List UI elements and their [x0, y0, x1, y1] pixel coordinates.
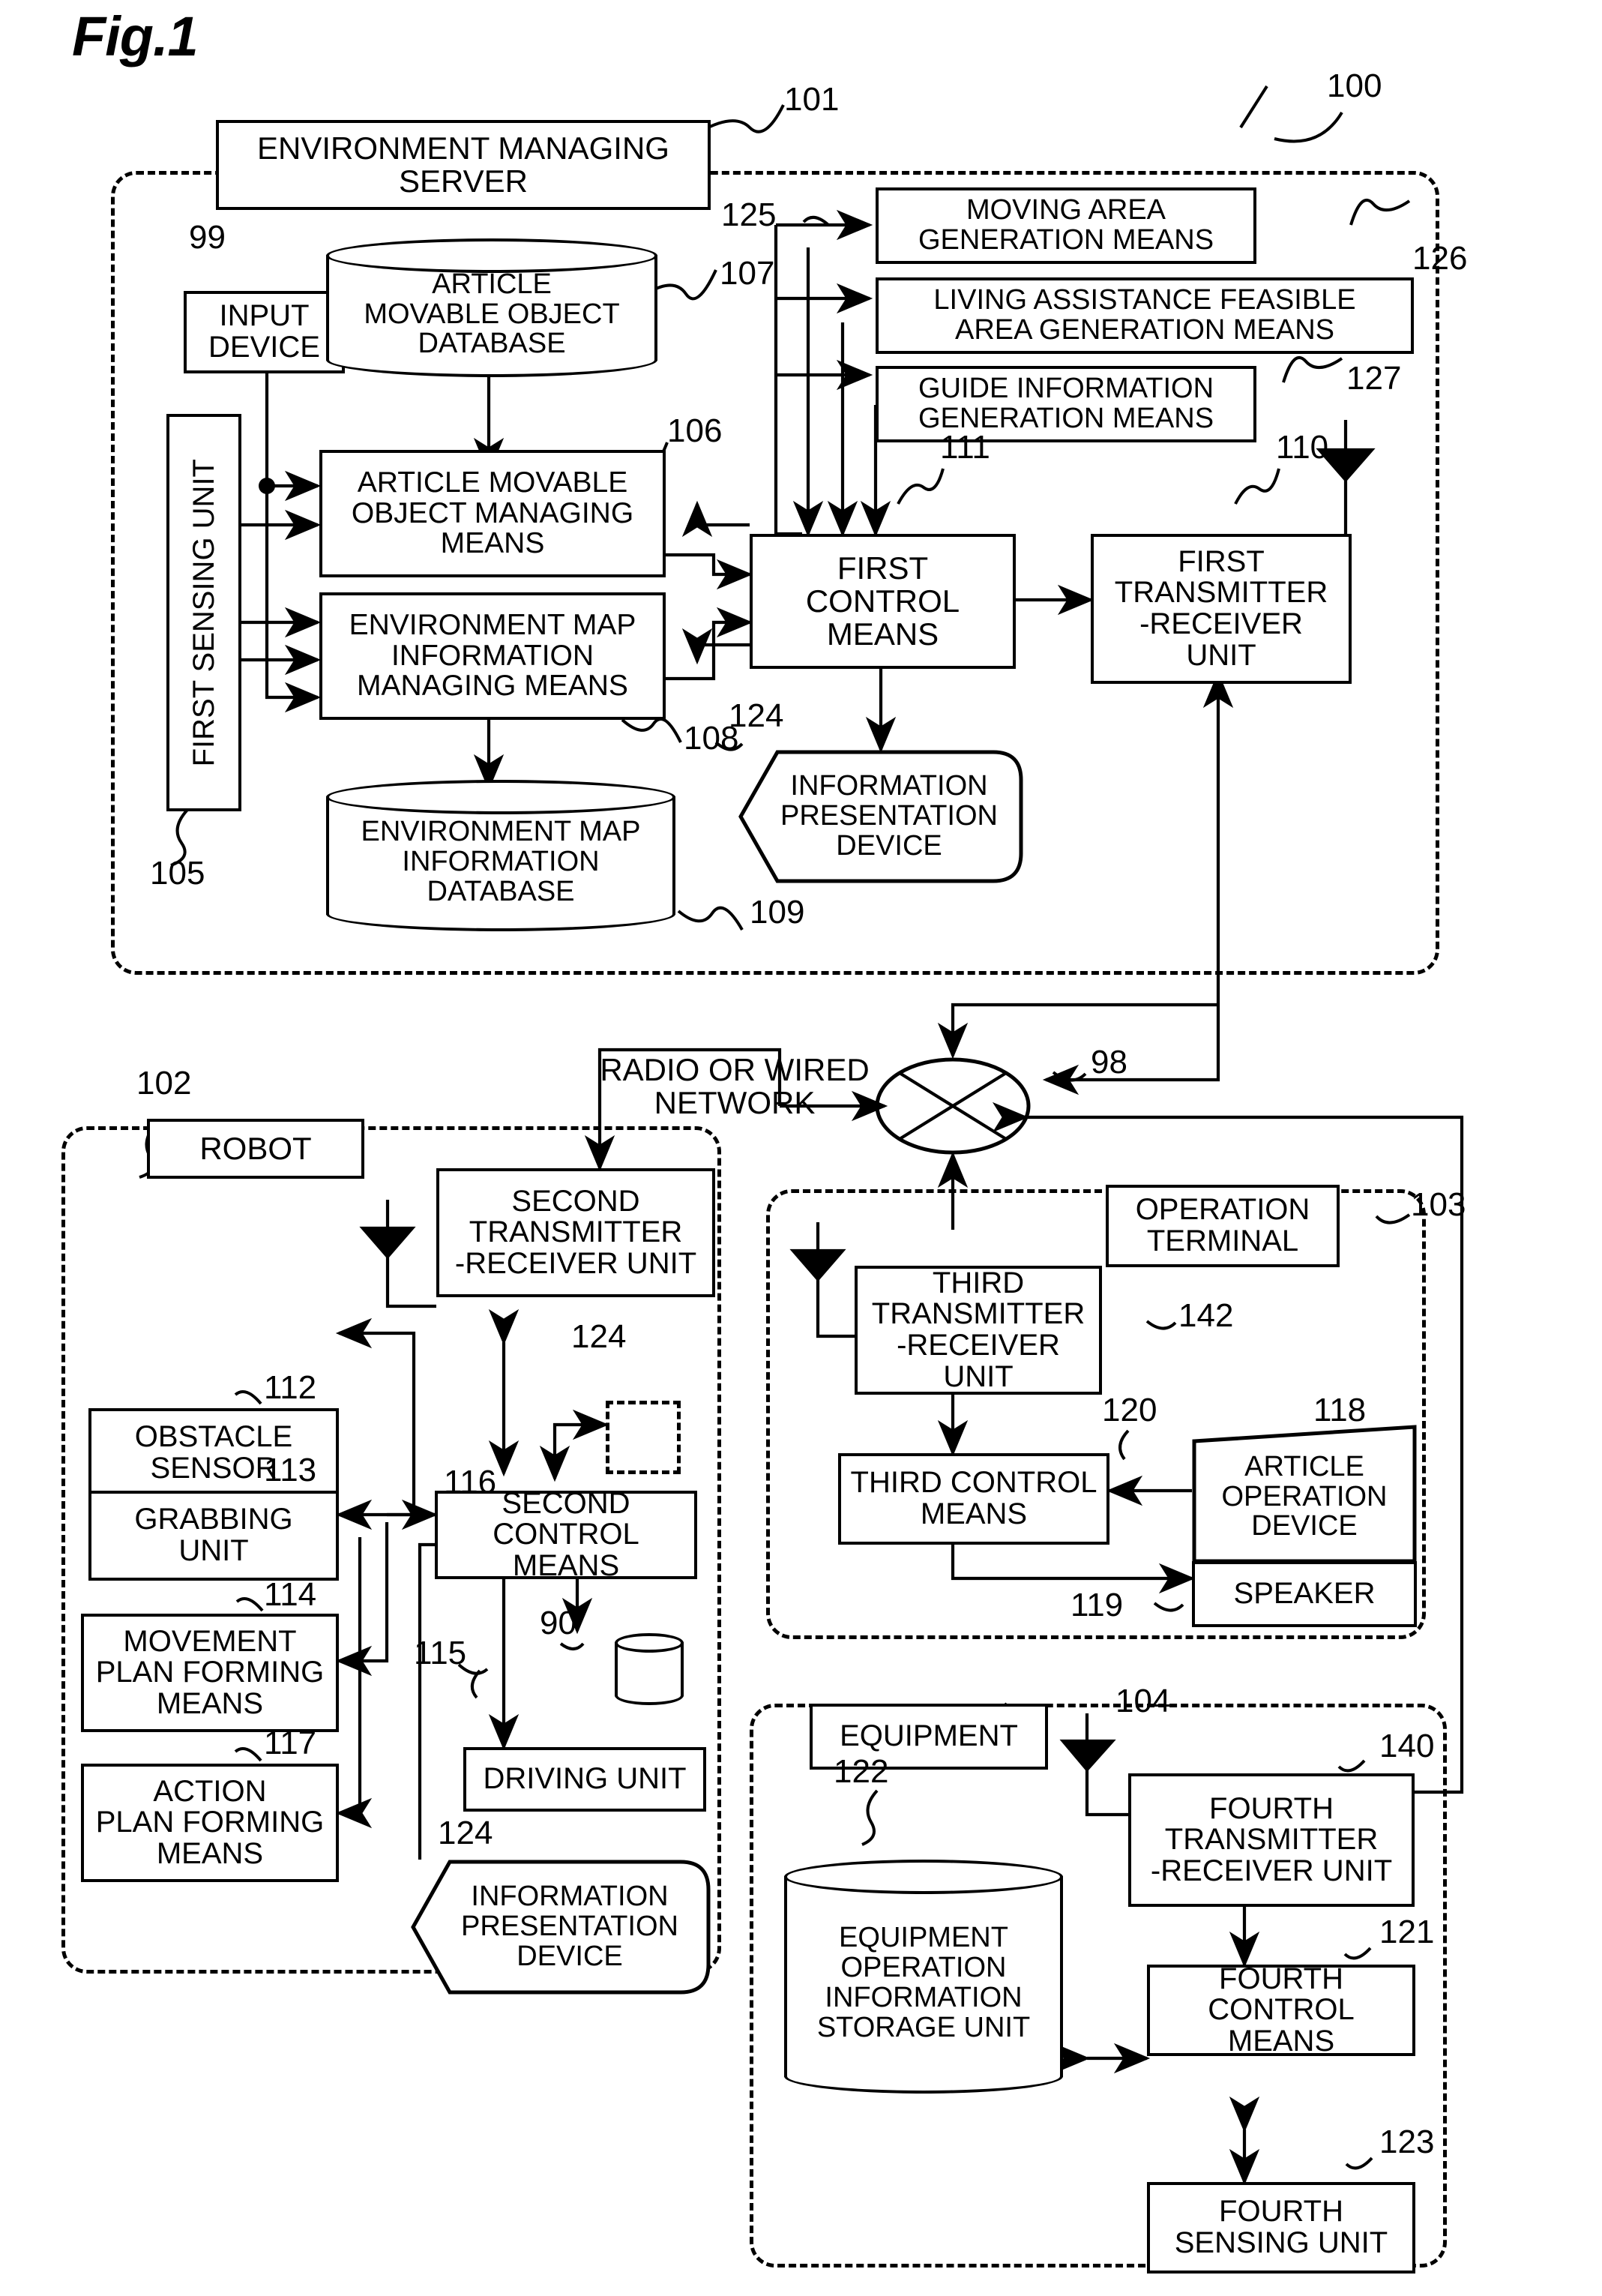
ref-101: 101: [784, 81, 840, 118]
ref-110: 110: [1276, 429, 1329, 466]
robot-small-database: [615, 1633, 684, 1705]
dashed-placeholder-box: [606, 1401, 681, 1474]
ref-112: 112: [264, 1369, 317, 1406]
living-assistance-feasible-area-generation-means: LIVING ASSISTANCE FEASIBLE AREA GENERATI…: [876, 277, 1414, 354]
ref-90: 90: [540, 1605, 576, 1641]
information-presentation-device-robot: INFORMATION PRESENTATION DEVICE: [411, 1860, 711, 1995]
ref-126: 126: [1412, 240, 1468, 277]
action-plan-forming-means: ACTION PLAN FORMING MEANS: [81, 1764, 339, 1882]
figure-label: Fig.1: [72, 5, 199, 67]
environment-managing-server-title: ENVIRONMENT MANAGING SERVER: [216, 120, 711, 210]
ref-111: 111: [940, 429, 990, 466]
ref-115: 115: [414, 1635, 467, 1671]
ref-140: 140: [1379, 1728, 1435, 1764]
driving-unit: DRIVING UNIT: [463, 1747, 706, 1812]
ref-114: 114: [264, 1576, 317, 1613]
first-transmitter-receiver-unit: FIRST TRANSMITTER -RECEIVER UNIT: [1091, 534, 1352, 684]
ref-119: 119: [1070, 1587, 1124, 1623]
robot-title: ROBOT: [147, 1119, 364, 1179]
ref-122: 122: [834, 1753, 889, 1790]
speaker: SPEAKER: [1192, 1561, 1417, 1627]
ref-113: 113: [264, 1452, 317, 1488]
article-operation-device[interactable]: ARTICLE OPERATION DEVICE: [1192, 1425, 1417, 1563]
equipment-operation-information-storage-unit: EQUIPMENT OPERATION INFORMATION STORAGE …: [784, 1860, 1063, 2094]
ref-121: 121: [1379, 1914, 1435, 1950]
guide-information-generation-means: GUIDE INFORMATION GENERATION MEANS: [876, 366, 1256, 442]
ref-117: 117: [264, 1725, 317, 1761]
fourth-transmitter-receiver-unit: FOURTH TRANSMITTER -RECEIVER UNIT: [1128, 1773, 1415, 1907]
ref-100: 100: [1327, 67, 1382, 104]
ref-109: 109: [750, 894, 805, 931]
article-movable-object-managing-means: ARTICLE MOVABLE OBJECT MANAGING MEANS: [319, 450, 666, 577]
third-control-means: THIRD CONTROL MEANS: [838, 1453, 1109, 1545]
ref-142: 142: [1178, 1297, 1234, 1334]
ref-99: 99: [189, 219, 226, 256]
ref-105: 105: [150, 855, 205, 892]
second-transmitter-receiver-unit: SECOND TRANSMITTER -RECEIVER UNIT: [436, 1168, 715, 1297]
ref-107: 107: [720, 255, 775, 292]
environment-map-information-database: ENVIRONMENT MAP INFORMATION DATABASE: [326, 780, 675, 931]
ref-123: 123: [1379, 2124, 1435, 2160]
information-presentation-device-server: INFORMATION PRESENTATION DEVICE: [738, 750, 1023, 883]
article-movable-object-database: ARTICLE MOVABLE OBJECT DATABASE: [326, 238, 657, 377]
ref-124-robot-present: 124: [438, 1815, 493, 1851]
ref-103: 103: [1411, 1186, 1466, 1223]
moving-area-generation-means: MOVING AREA GENERATION MEANS: [876, 187, 1256, 264]
ref-120: 120: [1102, 1392, 1157, 1428]
third-transmitter-receiver-unit: THIRD TRANSMITTER -RECEIVER UNIT: [855, 1266, 1102, 1395]
ref-102: 102: [136, 1065, 192, 1102]
movement-plan-forming-means: MOVEMENT PLAN FORMING MEANS: [81, 1614, 339, 1732]
patent-figure-page: Fig.1 ENVIRONMENT MANAGING SERVER 101 10…: [0, 0, 1602, 2296]
environment-map-information-managing-means: ENVIRONMENT MAP INFORMATION MANAGING MEA…: [319, 592, 666, 720]
ref-104: 104: [1115, 1683, 1171, 1719]
first-control-means: FIRST CONTROL MEANS: [750, 534, 1016, 669]
ref-118: 118: [1313, 1392, 1367, 1428]
ref-98: 98: [1091, 1044, 1127, 1081]
first-sensing-unit: FIRST SENSING UNIT: [166, 414, 241, 811]
ref-127: 127: [1346, 360, 1402, 397]
fourth-sensing-unit: FOURTH SENSING UNIT: [1147, 2182, 1415, 2274]
ref-124-server: 124: [729, 697, 784, 734]
fourth-control-means: FOURTH CONTROL MEANS: [1147, 1963, 1415, 2057]
ref-106: 106: [667, 412, 723, 449]
ref-125: 125: [721, 196, 777, 233]
ref-124-robot-trx: 124: [571, 1318, 627, 1355]
input-device[interactable]: INPUT DEVICE: [184, 291, 345, 373]
grabbing-unit: GRABBING UNIT: [88, 1491, 339, 1581]
operation-terminal-title: OPERATION TERMINAL: [1106, 1185, 1340, 1267]
network-label: RADIO OR WIRED NETWORK: [600, 1051, 870, 1121]
second-control-means: SECOND CONTROL MEANS: [435, 1488, 697, 1581]
